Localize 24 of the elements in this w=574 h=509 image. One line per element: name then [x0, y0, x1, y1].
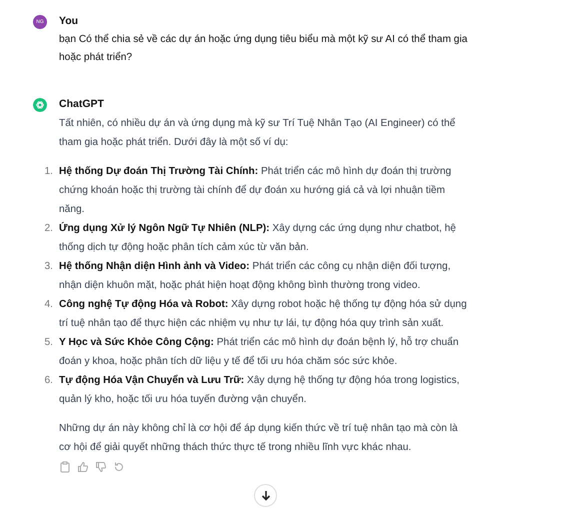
- message-text: Tất nhiên, có nhiều dự án và ứng dụng mà kỹ sư Trí Tuệ Nhân Tạo (AI Engineer) có thể tham gia hoặc phát triển. Dưới đây là một số ví dụ:: [59, 116, 456, 150]
- list-number: 2.: [44, 222, 54, 236]
- list-item-text: Ứng dụng Xử lý Ngôn Ngữ Tự Nhiên (NLP): Xây dựng các ứng dụng như chatbot, hệ thống dịch tự động hoặc phân tích cảm xúc từ văn bản.: [59, 221, 457, 255]
- thumbs-up-icon[interactable]: [77, 461, 89, 473]
- list-number: 3.: [44, 260, 54, 274]
- clipboard-icon[interactable]: [59, 461, 71, 473]
- message-text: bạn Có thể chia sẻ về các dự án hoặc ứng dụng tiêu biểu mà một kỹ sư AI có thể tham gia hoặc phát triển?: [59, 32, 468, 65]
- list-item-text: Y Học và Sức Khỏe Công Cộng: Phát triển các mô hình dự đoán bệnh lý, hỗ trợ chuẩn đoán y khoa, hoặc phân tích dữ liệu y tế để tối ưu hóa chăm sóc sức khỏe.: [59, 335, 460, 369]
- scroll-down-button[interactable]: [254, 484, 277, 507]
- regenerate-icon[interactable]: [113, 461, 125, 473]
- author-name: You: [59, 14, 80, 28]
- list-item-text: Công nghệ Tự động Hóa và Robot: Xây dựng robot hoặc hệ thống tự động hóa sử dụng trí tuệ nhân tạo để thực hiện các nhiệm vụ như tự lái, tự động hóa quy trình sản xuất.: [59, 298, 468, 331]
- assistant-logo-icon: [33, 98, 47, 112]
- list-item-text: Tự động Hóa Vận Chuyển và Lưu Trữ: Xây dựng hệ thống tự động hóa trong logistics, quản lý kho, hoặc tối ưu hóa tuyến đường vận chuyển.: [59, 374, 460, 407]
- list-number: 5.: [44, 336, 54, 350]
- list-number: 4.: [44, 298, 54, 312]
- message-text: Những dự án này không chỉ là cơ hội để áp dụng kiến thức về trí tuệ nhân tạo mà còn là cơ hội để giải quyết những thách thức thực tế trong nhiều lĩnh vực khác nhau.: [59, 422, 459, 455]
- author-name: ChatGPT: [59, 97, 105, 111]
- list-item-text: Hệ thống Dự đoán Thị Trường Tài Chính: Phát triển các mô hình dự đoán thị trường chứng khoán hoặc thị trường tài chính để dự đoán xu hướng giá cả và lợi nhuận tiềm năng.: [59, 164, 452, 217]
- list-number: 1.: [44, 165, 54, 179]
- thumbs-down-icon[interactable]: [95, 461, 107, 473]
- list-number: 6.: [44, 374, 54, 388]
- arrow-down-icon: [260, 490, 270, 501]
- list-item-text: Hệ thống Nhận diện Hình ảnh và Video: Phát triển các công cụ nhận diện đối tượng, nhận diện khuôn mặt, hoặc phát hiện hoạt động không bình thường trong video.: [59, 260, 452, 293]
